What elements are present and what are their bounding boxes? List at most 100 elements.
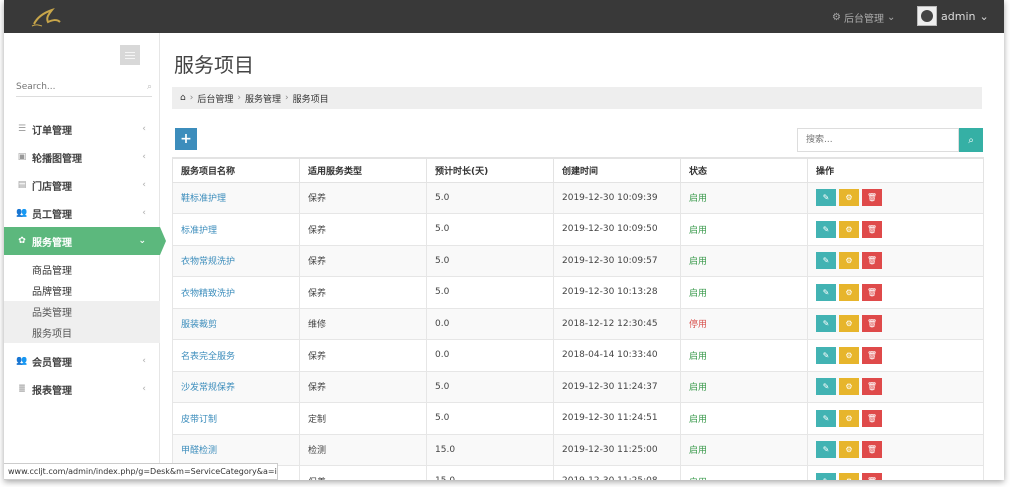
delete-button[interactable]: 🗑 [862,409,882,427]
sidebar-item-label: 报表管理 [32,385,72,397]
edit-button[interactable]: ✎ [816,315,836,333]
sidebar-item-label: 会员管理 [32,357,72,369]
service-name-link[interactable]: 衣物常规洗护 [172,244,300,277]
delete-button[interactable]: 🗑 [862,283,882,301]
status-badge: 停用 [680,307,808,340]
row-actions: ✎ ⚙ 🗑 [807,307,984,340]
sidebar-item-label: 门店管理 [32,181,72,193]
service-name-link[interactable]: 标准护理 [172,213,300,246]
sidebar-item-members[interactable]: 👥 会员管理 ‹ [4,347,160,375]
home-icon[interactable]: ⌂ [180,93,186,103]
edit-button[interactable]: ✎ [816,409,836,427]
delete-button[interactable]: 🗑 [862,252,882,270]
settings-button[interactable]: ⚙ [839,441,859,459]
service-name-link[interactable]: 衣物精致洗护 [172,276,300,309]
status-badge: 启用 [680,276,808,309]
delete-button[interactable]: 🗑 [862,472,882,480]
breadcrumb: ⌂ › 后台管理 › 服务管理 › 服务项目 [172,87,982,109]
edit-button[interactable]: ✎ [816,283,836,301]
settings-button[interactable]: ⚙ [839,346,859,364]
service-name-link[interactable]: 鞋标准护理 [172,181,300,214]
estimated-days: 5.0 [426,402,554,435]
logo-icon[interactable] [30,6,64,28]
edit-button[interactable]: ✎ [816,346,836,364]
settings-button[interactable]: ⚙ [839,189,859,207]
row-actions: ✎ ⚙ 🗑 [807,433,984,466]
service-type: 维修 [299,307,427,340]
delete-button[interactable]: 🗑 [862,441,882,459]
sidebar-search-input[interactable] [16,81,126,92]
sidebar-nav: ☰ 订单管理 ‹ ▣ 轮播图管理 ‹ ▤ 门店管理 ‹ 👥 员工管理 ‹ ✿ 服… [4,115,166,403]
user-menu[interactable]: admin ⌄ [917,6,989,26]
search-button[interactable]: ⌕ [959,128,983,152]
sidebar-item-staff[interactable]: 👥 员工管理 ‹ [4,199,160,227]
chevron-down-icon: ⌄ [979,9,989,23]
service-type: 定制 [299,402,427,435]
submenu-item-products[interactable]: 商品管理 [4,259,160,280]
settings-button[interactable]: ⚙ [839,315,859,333]
created-time: 2019-12-30 11:24:51 [553,402,681,435]
sidebar-item-carousel[interactable]: ▣ 轮播图管理 ‹ [4,143,160,171]
row-actions: ✎ ⚙ 🗑 [807,213,984,246]
edit-button[interactable]: ✎ [816,472,836,480]
sidebar-search: ⌕ [16,77,152,97]
sidebar-item-services[interactable]: ✿ 服务管理 ⌄ [4,227,166,255]
service-name-link[interactable]: 皮带订制 [172,402,300,435]
edit-button[interactable]: ✎ [816,441,836,459]
settings-button[interactable]: ⚙ [839,252,859,270]
edit-button[interactable]: ✎ [816,189,836,207]
sidebar-item-stores[interactable]: ▤ 门店管理 ‹ [4,171,160,199]
service-name-link[interactable]: 甲醛检测 [172,433,300,466]
submenu-item-service-items[interactable]: 服务项目 [4,322,160,343]
service-type: 保养 [299,181,427,214]
menu-toggle-button[interactable] [120,45,140,65]
service-name-link[interactable]: 名表完全服务 [172,339,300,372]
sidebar-item-label: 轮播图管理 [32,153,82,165]
service-type: 保养 [299,370,427,403]
delete-button[interactable]: 🗑 [862,378,882,396]
delete-button[interactable]: 🗑 [862,189,882,207]
delete-button[interactable]: 🗑 [862,220,882,238]
admin-menu[interactable]: ⚙ 后台管理 ⌄ [832,10,895,25]
row-actions: ✎ ⚙ 🗑 [807,181,984,214]
estimated-days: 5.0 [426,370,554,403]
breadcrumb-item[interactable]: 服务管理 [245,92,281,105]
settings-button[interactable]: ⚙ [839,472,859,480]
search-icon[interactable]: ⌕ [147,82,152,92]
created-time: 2019-12-30 10:09:39 [553,181,681,214]
settings-button[interactable]: ⚙ [839,409,859,427]
edit-icon: ✎ [822,256,830,266]
chevron-left-icon: ‹ [142,356,146,366]
settings-button[interactable]: ⚙ [839,378,859,396]
edit-button[interactable]: ✎ [816,252,836,270]
gear-icon: ⚙ [845,319,853,329]
search-input[interactable] [797,128,959,152]
settings-button[interactable]: ⚙ [839,220,859,238]
gear-icon: ⚙ [845,224,853,234]
edit-icon: ✎ [822,193,830,203]
row-actions: ✎ ⚙ 🗑 [807,370,984,403]
breadcrumb-item[interactable]: 后台管理 [197,92,233,105]
store-icon: ▤ [17,180,27,190]
submenu-item-categories[interactable]: 品类管理 [4,301,160,322]
edit-button[interactable]: ✎ [816,378,836,396]
service-name-link[interactable]: 沙发常规保养 [172,370,300,403]
submenu-item-brands[interactable]: 品牌管理 [4,280,160,301]
delete-button[interactable]: 🗑 [862,315,882,333]
delete-button[interactable]: 🗑 [862,346,882,364]
sidebar-item-orders[interactable]: ☰ 订单管理 ‹ [4,115,160,143]
member-icon: 👥 [16,356,28,366]
gear-icon: ⚙ [845,287,853,297]
plus-icon: + [180,131,192,147]
table-row: 服装裁剪 维修 0.0 2018-12-12 12:30:45 停用 ✎ ⚙ 🗑 [172,307,984,340]
settings-button[interactable]: ⚙ [839,283,859,301]
add-button[interactable]: + [175,128,197,150]
edit-icon: ✎ [822,350,830,360]
edit-button[interactable]: ✎ [816,220,836,238]
edit-icon: ✎ [823,477,830,480]
created-time: 2018-12-12 12:30:45 [553,307,681,340]
trash-icon: 🗑 [867,477,877,480]
gears-icon: ⚙ [832,12,841,23]
service-name-link[interactable]: 服装裁剪 [172,307,300,340]
sidebar-item-reports[interactable]: ≣ 报表管理 ‹ [4,375,160,403]
